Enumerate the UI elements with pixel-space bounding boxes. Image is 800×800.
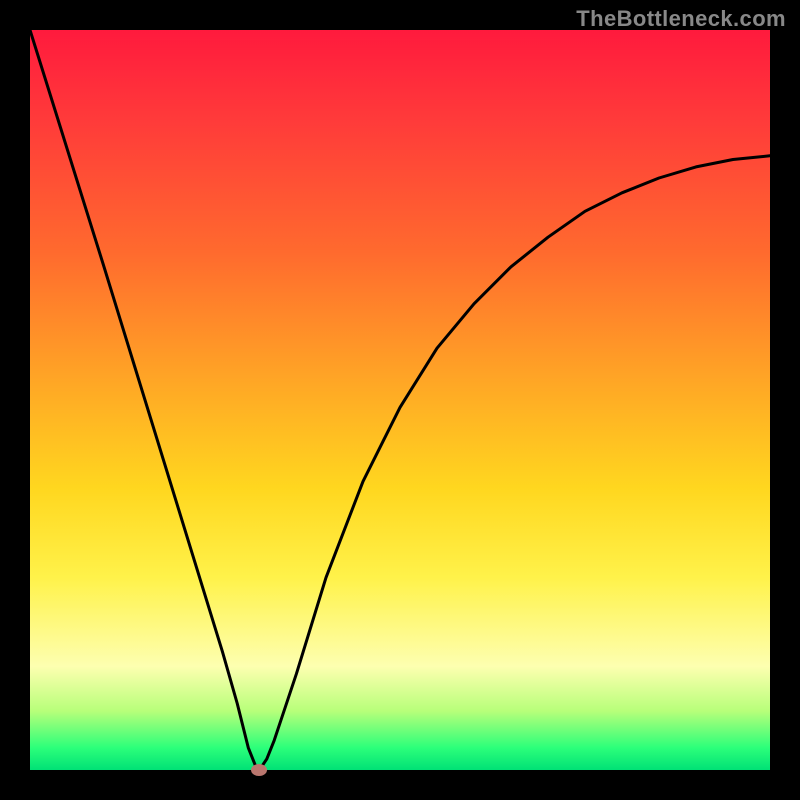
bottleneck-curve: [30, 30, 770, 770]
chart-frame: TheBottleneck.com: [0, 0, 800, 800]
optimal-point-marker: [251, 764, 267, 776]
watermark-text: TheBottleneck.com: [576, 6, 786, 32]
plot-area: [30, 30, 770, 770]
